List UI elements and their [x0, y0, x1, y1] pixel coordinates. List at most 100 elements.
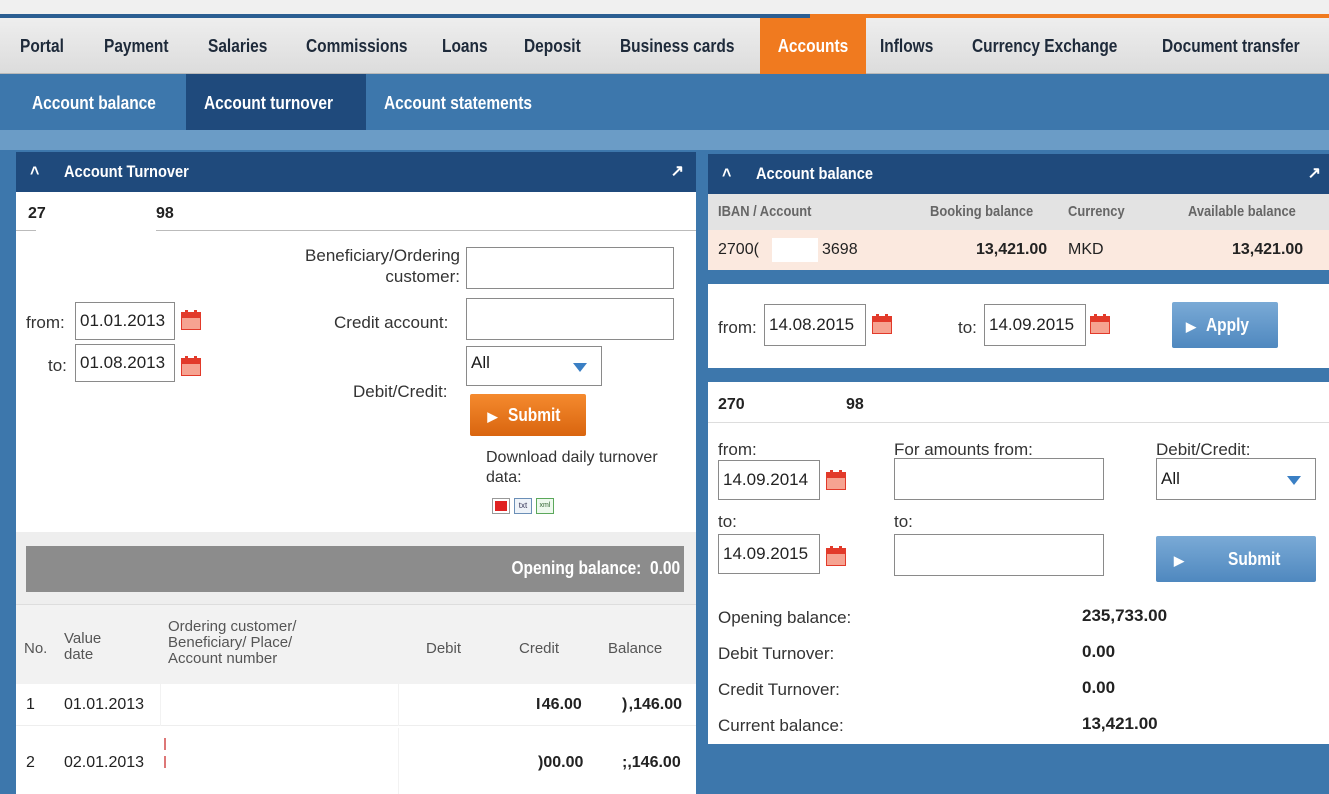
- to-date-input[interactable]: 01.08.2013: [75, 344, 175, 382]
- from-date-input[interactable]: 14.09.2014: [718, 460, 820, 500]
- debit-credit-label: Debit/Credit:: [353, 382, 448, 401]
- amounts-to-input[interactable]: [894, 534, 1104, 576]
- submit-button[interactable]: ▶ Submit: [1156, 536, 1316, 582]
- nav-item-deposit[interactable]: Deposit: [524, 18, 590, 74]
- account-balance-panel: ˄ Account balance ↗ IBAN / Account Booki…: [708, 154, 1329, 270]
- table-row[interactable]: 2700( 3698 13,421.00 MKD 13,421.00: [708, 230, 1329, 270]
- redacted-mark: [164, 738, 166, 750]
- table-row[interactable]: 2 02.01.2013 )00.00 ;,146.00: [16, 728, 696, 794]
- iban-part2: 3698: [822, 241, 858, 258]
- calendar-icon[interactable]: [872, 314, 892, 334]
- debit-credit-label: Debit/Credit:: [1156, 440, 1251, 459]
- currency-value: MKD: [1068, 241, 1104, 258]
- credit-account-input[interactable]: [466, 298, 674, 340]
- calendar-icon[interactable]: [826, 470, 846, 490]
- summary-label: Debit Turnover:: [718, 644, 835, 663]
- table-row[interactable]: 1 01.01.2013 І 46.00 ) ,146.00: [16, 684, 696, 726]
- col-iban: IBAN / Account: [718, 203, 812, 220]
- redacted-mark: [164, 756, 166, 768]
- nav-item-payment[interactable]: Payment: [104, 18, 179, 74]
- col-no: No.: [24, 640, 48, 657]
- txt-icon[interactable]: txt: [514, 498, 532, 514]
- from-date-input[interactable]: 14.08.2015: [764, 304, 866, 346]
- calendar-icon[interactable]: [181, 310, 201, 330]
- calendar-icon[interactable]: [826, 546, 846, 566]
- from-label: from:: [26, 313, 65, 332]
- account-number-part2: 98: [156, 205, 174, 222]
- select-value: All: [1161, 469, 1180, 488]
- from-date-input[interactable]: 01.01.2013: [75, 302, 175, 340]
- pdf-icon[interactable]: [492, 498, 510, 514]
- top-navigation: Portal Payment Salaries Commissions Loan…: [0, 0, 1329, 74]
- col-ordering-customer: Ordering customer/Beneficiary/ Place/Acc…: [168, 618, 297, 667]
- calendar-icon[interactable]: [1090, 314, 1110, 334]
- debit-credit-select[interactable]: All: [1156, 458, 1316, 500]
- summary-value: 13,421.00: [1082, 714, 1158, 733]
- nav-item-currency-exchange[interactable]: Currency Exchange: [972, 18, 1141, 74]
- credit-account-label: Credit account:: [334, 313, 449, 332]
- summary-value: 0.00: [1082, 678, 1116, 697]
- summary-label: Opening balance:: [718, 608, 852, 627]
- nav-item-salaries[interactable]: Salaries: [208, 18, 277, 74]
- collapse-chevron-icon[interactable]: ˄: [722, 154, 731, 194]
- nav-item-business-cards[interactable]: Business cards: [620, 18, 753, 74]
- amounts-to-label: to:: [894, 512, 913, 531]
- col-available-balance: Available balance: [1188, 203, 1296, 220]
- row-no: 1: [26, 696, 35, 713]
- select-value: All: [471, 353, 490, 372]
- balance-table-header: IBAN / Account Booking balance Currency …: [708, 194, 1329, 230]
- col-value-date: Value date: [64, 630, 102, 663]
- submit-button[interactable]: ▶ Submit: [470, 394, 586, 436]
- collapse-chevron-icon[interactable]: ˄: [30, 152, 39, 192]
- panel-title: Account balance: [756, 164, 874, 183]
- beneficiary-input[interactable]: [466, 247, 674, 289]
- to-date-input[interactable]: 14.09.2015: [984, 304, 1086, 346]
- divider: [708, 422, 1329, 423]
- account-balance-header: ˄ Account balance ↗: [708, 154, 1329, 194]
- row-credit: І 46.00: [536, 696, 582, 713]
- summary-label: Current balance:: [718, 716, 844, 735]
- sub-navigation-strip: [0, 130, 1329, 150]
- tab-account-statements[interactable]: Account statements: [384, 74, 556, 132]
- apply-button[interactable]: ▶ Apply: [1172, 302, 1278, 348]
- download-label: Download daily turnover data:: [486, 449, 658, 486]
- nav-item-loans[interactable]: Loans: [442, 18, 495, 74]
- nav-item-portal[interactable]: Portal: [20, 18, 71, 74]
- account-underline-left: [16, 230, 36, 231]
- play-icon: ▶: [487, 409, 498, 424]
- booking-balance-value: 13,421.00: [976, 241, 1048, 258]
- tab-account-turnover[interactable]: Account turnover: [186, 74, 366, 132]
- amounts-from-input[interactable]: [894, 458, 1104, 500]
- nav-item-document-transfer[interactable]: Document transfer: [1162, 18, 1322, 74]
- to-date-input[interactable]: 14.09.2015: [718, 534, 820, 574]
- redaction-box: [772, 238, 818, 262]
- to-label: to:: [958, 318, 977, 337]
- row-balance: ;,146.00: [622, 754, 681, 771]
- tab-account-balance[interactable]: Account balance: [16, 74, 186, 132]
- beneficiary-label: Beneficiary/Ordering customer:: [305, 246, 460, 286]
- row-no: 2: [26, 754, 35, 771]
- column-divider: [398, 684, 399, 726]
- account-turnover-panel: ˄ Account Turnover ↗ 27 98 from: 01.01.2…: [16, 152, 696, 794]
- panel-title: Account Turnover: [64, 162, 189, 181]
- nav-item-inflows[interactable]: Inflows: [880, 18, 942, 74]
- xml-icon[interactable]: xml: [536, 498, 554, 514]
- calendar-icon[interactable]: [181, 356, 201, 376]
- opening-balance-text: Opening balance: 0.00: [511, 558, 680, 578]
- to-label: to:: [718, 512, 737, 531]
- expand-icon[interactable]: ↗: [671, 152, 684, 192]
- column-divider: [398, 728, 399, 794]
- account-turnover-header: ˄ Account Turnover ↗: [16, 152, 696, 192]
- nav-item-accounts[interactable]: Accounts: [760, 18, 866, 74]
- expand-icon[interactable]: ↗: [1308, 154, 1321, 194]
- nav-item-commissions[interactable]: Commissions: [306, 18, 424, 74]
- row-balance: ) ,146.00: [622, 696, 683, 713]
- debit-credit-select[interactable]: All: [466, 346, 602, 386]
- account-detail-panel: 270 98 from: 14.09.2014 to: 14.09.2015 F…: [708, 382, 1329, 744]
- account-number-part1: 270: [718, 396, 745, 413]
- opening-balance-bar: Opening balance: 0.00: [26, 546, 684, 592]
- iban-part1: 2700(: [718, 241, 759, 258]
- balance-date-filter: from: 14.08.2015 to: 14.09.2015 ▶ Apply: [708, 284, 1329, 368]
- col-currency: Currency: [1068, 203, 1125, 220]
- sub-navigation: Account balance Account turnover Account…: [0, 74, 1329, 134]
